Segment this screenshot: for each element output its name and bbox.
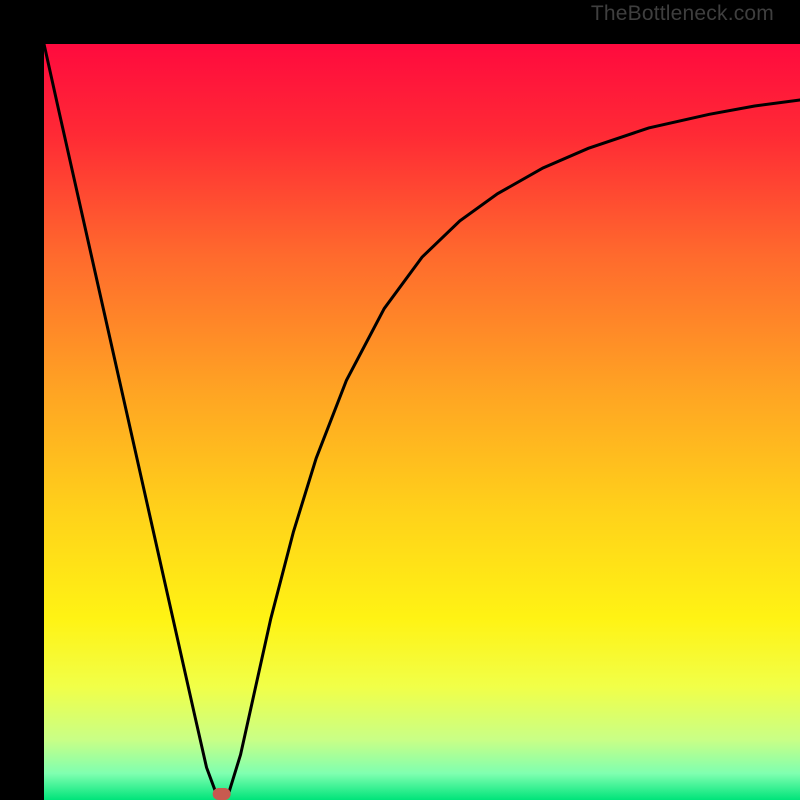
minimum-marker	[213, 788, 231, 800]
bottleneck-chart	[44, 44, 800, 800]
watermark-text: TheBottleneck.com	[591, 2, 774, 26]
chart-frame	[0, 0, 800, 800]
chart-background	[44, 44, 800, 800]
